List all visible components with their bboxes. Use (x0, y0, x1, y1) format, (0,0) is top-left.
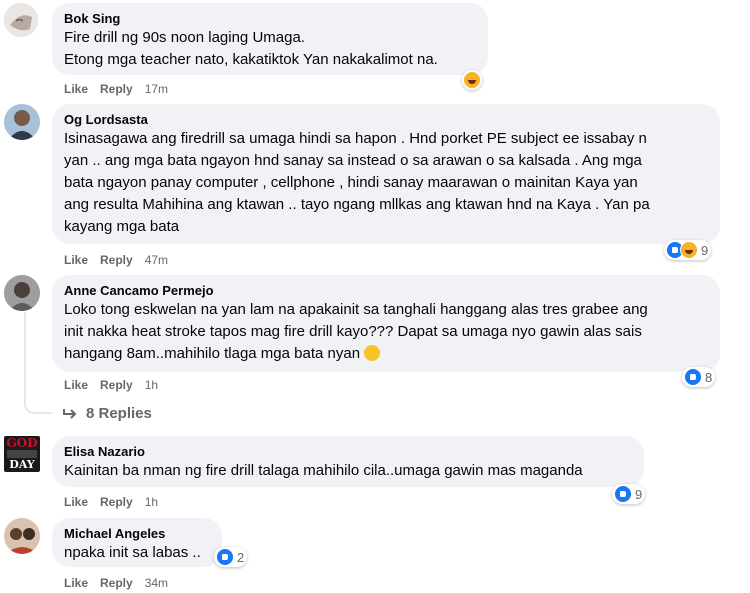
comment-actions: Like Reply 1h (64, 377, 158, 393)
comment-author[interactable]: Anne Cancamo Permejo (64, 282, 708, 299)
like-reaction-icon (684, 368, 702, 386)
comment-actions: Like Reply 17m (64, 81, 168, 97)
reaction-summary[interactable]: 9 (612, 484, 646, 504)
comment-actions: Like Reply 34m (64, 575, 168, 591)
comment-text-line: init nakka heat stroke tapos mag fire dr… (64, 323, 642, 340)
like-reaction-icon (216, 548, 234, 566)
reaction-count: 9 (701, 242, 709, 258)
haha-reaction-icon (680, 241, 698, 259)
like-button[interactable]: Like (64, 576, 88, 590)
comment-text-line: Fire drill ng 90s noon laging Umaga. (64, 29, 305, 46)
avatar[interactable] (4, 275, 40, 311)
avatar[interactable] (4, 104, 40, 140)
comment-text-line: npaka init sa labas .. (64, 544, 201, 561)
comment-actions: Like Reply 47m (64, 252, 168, 268)
avatar-image (4, 518, 40, 554)
replies-count: 8 Replies (86, 405, 152, 422)
avatar-image (4, 275, 40, 311)
reaction-count: 8 (705, 369, 713, 385)
comment-text-line: hangang 8am..mahihilo tlaga mga bata nya… (64, 345, 361, 362)
avatar[interactable]: GOD DAY (4, 436, 40, 472)
comment-author[interactable]: Og Lordsasta (64, 111, 708, 128)
comment-bubble: Elisa Nazario Kainitan ba nman ng fire d… (52, 436, 644, 487)
comment-text-line: Etong mga teacher nato, kakatiktok Yan n… (64, 51, 438, 68)
comment-text-line: ang resulta Mahihina ang ktawan .. tayo … (64, 196, 650, 213)
comment-bubble: Michael Angeles npaka init sa labas .. (52, 518, 222, 567)
comment-timestamp[interactable]: 47m (145, 253, 168, 267)
comment-timestamp[interactable]: 34m (145, 576, 168, 590)
reaction-summary[interactable] (462, 70, 482, 90)
comment-author[interactable]: Elisa Nazario (64, 443, 632, 460)
avatar[interactable] (4, 3, 38, 37)
avatar[interactable] (4, 518, 40, 554)
reply-arrow-icon (63, 408, 77, 419)
comment-timestamp[interactable]: 1h (145, 495, 158, 509)
comment-author[interactable]: Michael Angeles (64, 525, 210, 542)
comment-text-line: yan .. ang mga bata ngayon hnd sanay sa … (64, 152, 642, 169)
haha-reaction-icon (463, 71, 481, 89)
comment-timestamp[interactable]: 1h (145, 378, 158, 392)
reaction-summary[interactable]: 2 (214, 547, 248, 567)
comment-text-line: Loko tong eskwelan na yan lam na apakain… (64, 301, 648, 318)
like-button[interactable]: Like (64, 378, 88, 392)
like-button[interactable]: Like (64, 82, 88, 96)
avatar-text: GOD (6, 436, 38, 450)
reply-button[interactable]: Reply (100, 495, 133, 509)
like-button[interactable]: Like (64, 253, 88, 267)
avatar-image (4, 104, 40, 140)
reaction-summary[interactable]: 9 (664, 240, 712, 260)
comment-text-line: Isinasagawa ang firedrill sa umaga hindi… (64, 130, 647, 147)
avatar-image (4, 3, 38, 37)
comment-text-line: bata ngayon panay computer , cellphone ,… (64, 174, 638, 191)
reaction-summary[interactable]: 8 (682, 367, 716, 387)
reply-button[interactable]: Reply (100, 378, 133, 392)
comment-bubble: Bok Sing Fire drill ng 90s noon laging U… (52, 3, 488, 75)
comment-text-line: Kainitan ba nman ng fire drill talaga ma… (64, 462, 583, 479)
thread-connector (24, 312, 52, 414)
reply-button[interactable]: Reply (100, 253, 133, 267)
dizzy-face-emoji-icon (364, 345, 381, 361)
reaction-count: 9 (635, 486, 643, 502)
comment-actions: Like Reply 1h (64, 494, 158, 510)
like-button[interactable]: Like (64, 495, 88, 509)
comment-author[interactable]: Bok Sing (64, 10, 476, 27)
comment-bubble: Anne Cancamo Permejo Loko tong eskwelan … (52, 275, 720, 372)
reply-button[interactable]: Reply (100, 576, 133, 590)
like-reaction-icon (614, 485, 632, 503)
comment-text-line: kayang mga bata (64, 218, 180, 235)
reply-button[interactable]: Reply (100, 82, 133, 96)
view-replies-link[interactable]: 8 Replies (62, 405, 152, 422)
avatar-text: DAY (9, 458, 35, 471)
reaction-count: 2 (237, 549, 245, 565)
comment-timestamp[interactable]: 17m (145, 82, 168, 96)
comment-bubble: Og Lordsasta Isinasagawa ang firedrill s… (52, 104, 720, 244)
